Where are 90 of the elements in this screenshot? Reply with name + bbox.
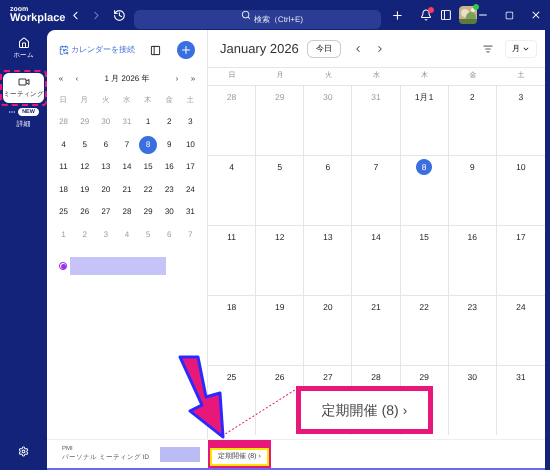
prev-month-button[interactable]: ‹ [71,73,83,85]
date-cell[interactable]: 19 [272,299,288,315]
home-icon [18,37,30,49]
date-cell[interactable]: 14 [368,229,384,245]
date-cell[interactable]: 29 [139,203,158,222]
date-cell[interactable]: 12 [272,229,288,245]
view-dropdown[interactable]: 月 [505,40,537,58]
date-cell[interactable]: 7 [368,159,384,175]
connect-calendar-link[interactable]: カレンダーを接続 [71,44,135,56]
search-field[interactable]: 検索（Ctrl+E) [134,10,381,28]
next-month-button[interactable]: › [170,73,183,85]
panel-icon[interactable] [440,9,452,21]
history-icon[interactable] [113,8,126,22]
date-cell[interactable]: 4 [224,159,240,175]
date-cell[interactable]: 18 [224,299,240,315]
date-cell[interactable]: 23 [464,299,480,315]
date-cell[interactable]: 11 [224,229,240,245]
date-cell[interactable]: 28 [368,369,384,385]
date-cell[interactable]: 4 [54,136,73,154]
date-cell[interactable]: 26 [76,203,94,222]
date-cell[interactable]: 27 [320,369,336,385]
redacted-block [160,446,200,462]
date-cell[interactable]: 9 [464,159,480,175]
date-cell[interactable]: 24 [181,180,200,199]
close-icon[interactable] [530,9,542,21]
date-cell[interactable]: 9 [160,136,178,154]
bell-icon[interactable] [420,9,432,21]
date-cell[interactable]: 22 [139,180,158,199]
date-cell[interactable]: 31 [181,203,200,222]
settings-icon[interactable] [18,446,29,457]
plus-icon [180,44,192,56]
date-cell[interactable]: 23 [160,180,178,199]
sidebar-toggle-icon[interactable] [150,44,161,56]
date-cell[interactable]: 31 [512,369,529,385]
calendar-icon [59,45,69,55]
date-cell[interactable]: 16 [464,229,480,245]
date-cell[interactable]: 20 [320,299,336,315]
date-cell[interactable]: 8 [139,136,158,154]
date-cell[interactable]: 18 [54,180,73,199]
date-cell[interactable]: 6 [320,159,336,175]
date-cell[interactable]: 3 [512,89,529,105]
date-cell[interactable]: 1月1 [412,89,436,105]
date-cell[interactable]: 13 [320,229,336,245]
callout-text: 定期開催 (8) › [322,400,408,420]
date-cell[interactable]: 1 [139,113,158,132]
date-cell[interactable]: 22 [416,299,432,315]
today-button[interactable]: 今日 [306,40,341,58]
maximize-icon[interactable] [505,10,514,20]
month-title: January 2026 [220,40,299,58]
date-cell[interactable]: 25 [224,369,240,385]
date-cell[interactable]: 15 [139,158,158,176]
next-year-button[interactable]: » [186,73,199,85]
filter-icon[interactable] [483,44,493,54]
date-cell[interactable]: 10 [512,159,529,175]
date-cell[interactable]: 30 [464,369,480,385]
date-cell[interactable]: 30 [160,203,178,222]
date-cell[interactable]: 26 [272,369,288,385]
date-cell[interactable]: 3 [181,113,200,132]
date-cell[interactable]: 21 [368,299,384,315]
date-cell[interactable]: 21 [118,180,136,199]
prev-year-button[interactable]: « [55,73,67,85]
add-button[interactable] [177,41,195,59]
month-label: 1 月 2026 年 [104,73,150,85]
date-cell[interactable]: 15 [416,229,432,245]
date-cell[interactable]: 17 [512,229,529,245]
video-camera-icon [18,76,30,88]
date-cell[interactable]: 5 [272,159,288,175]
date-cell[interactable]: 14 [118,158,136,176]
date-cell[interactable]: 2 [464,89,480,105]
date-cell[interactable]: 20 [96,180,115,199]
plus-icon[interactable] [390,8,404,22]
date-cell[interactable]: 2 [160,113,178,132]
date-cell[interactable]: 17 [181,158,200,176]
date-cell[interactable]: 12 [76,158,94,176]
logo-text: Workplace [10,13,66,24]
date-cell[interactable]: 8 [416,159,432,175]
date-cell[interactable]: 29 [416,369,432,385]
date-cell[interactable]: 25 [54,203,73,222]
date-cell[interactable]: 10 [181,136,200,154]
date-cell[interactable]: 28 [118,203,136,222]
date-cell[interactable]: 7 [118,136,136,154]
date-cell[interactable]: 5 [76,136,94,154]
date-cell[interactable]: 19 [76,180,94,199]
search-icon [240,10,251,20]
date-cell[interactable]: 27 [96,203,115,222]
date-cell[interactable]: 16 [160,158,178,176]
date-cell[interactable]: 24 [512,299,529,315]
date-cell[interactable]: 6 [96,136,115,154]
date-cell[interactable]: 13 [96,158,115,176]
date-cell[interactable]: 11 [54,158,73,176]
